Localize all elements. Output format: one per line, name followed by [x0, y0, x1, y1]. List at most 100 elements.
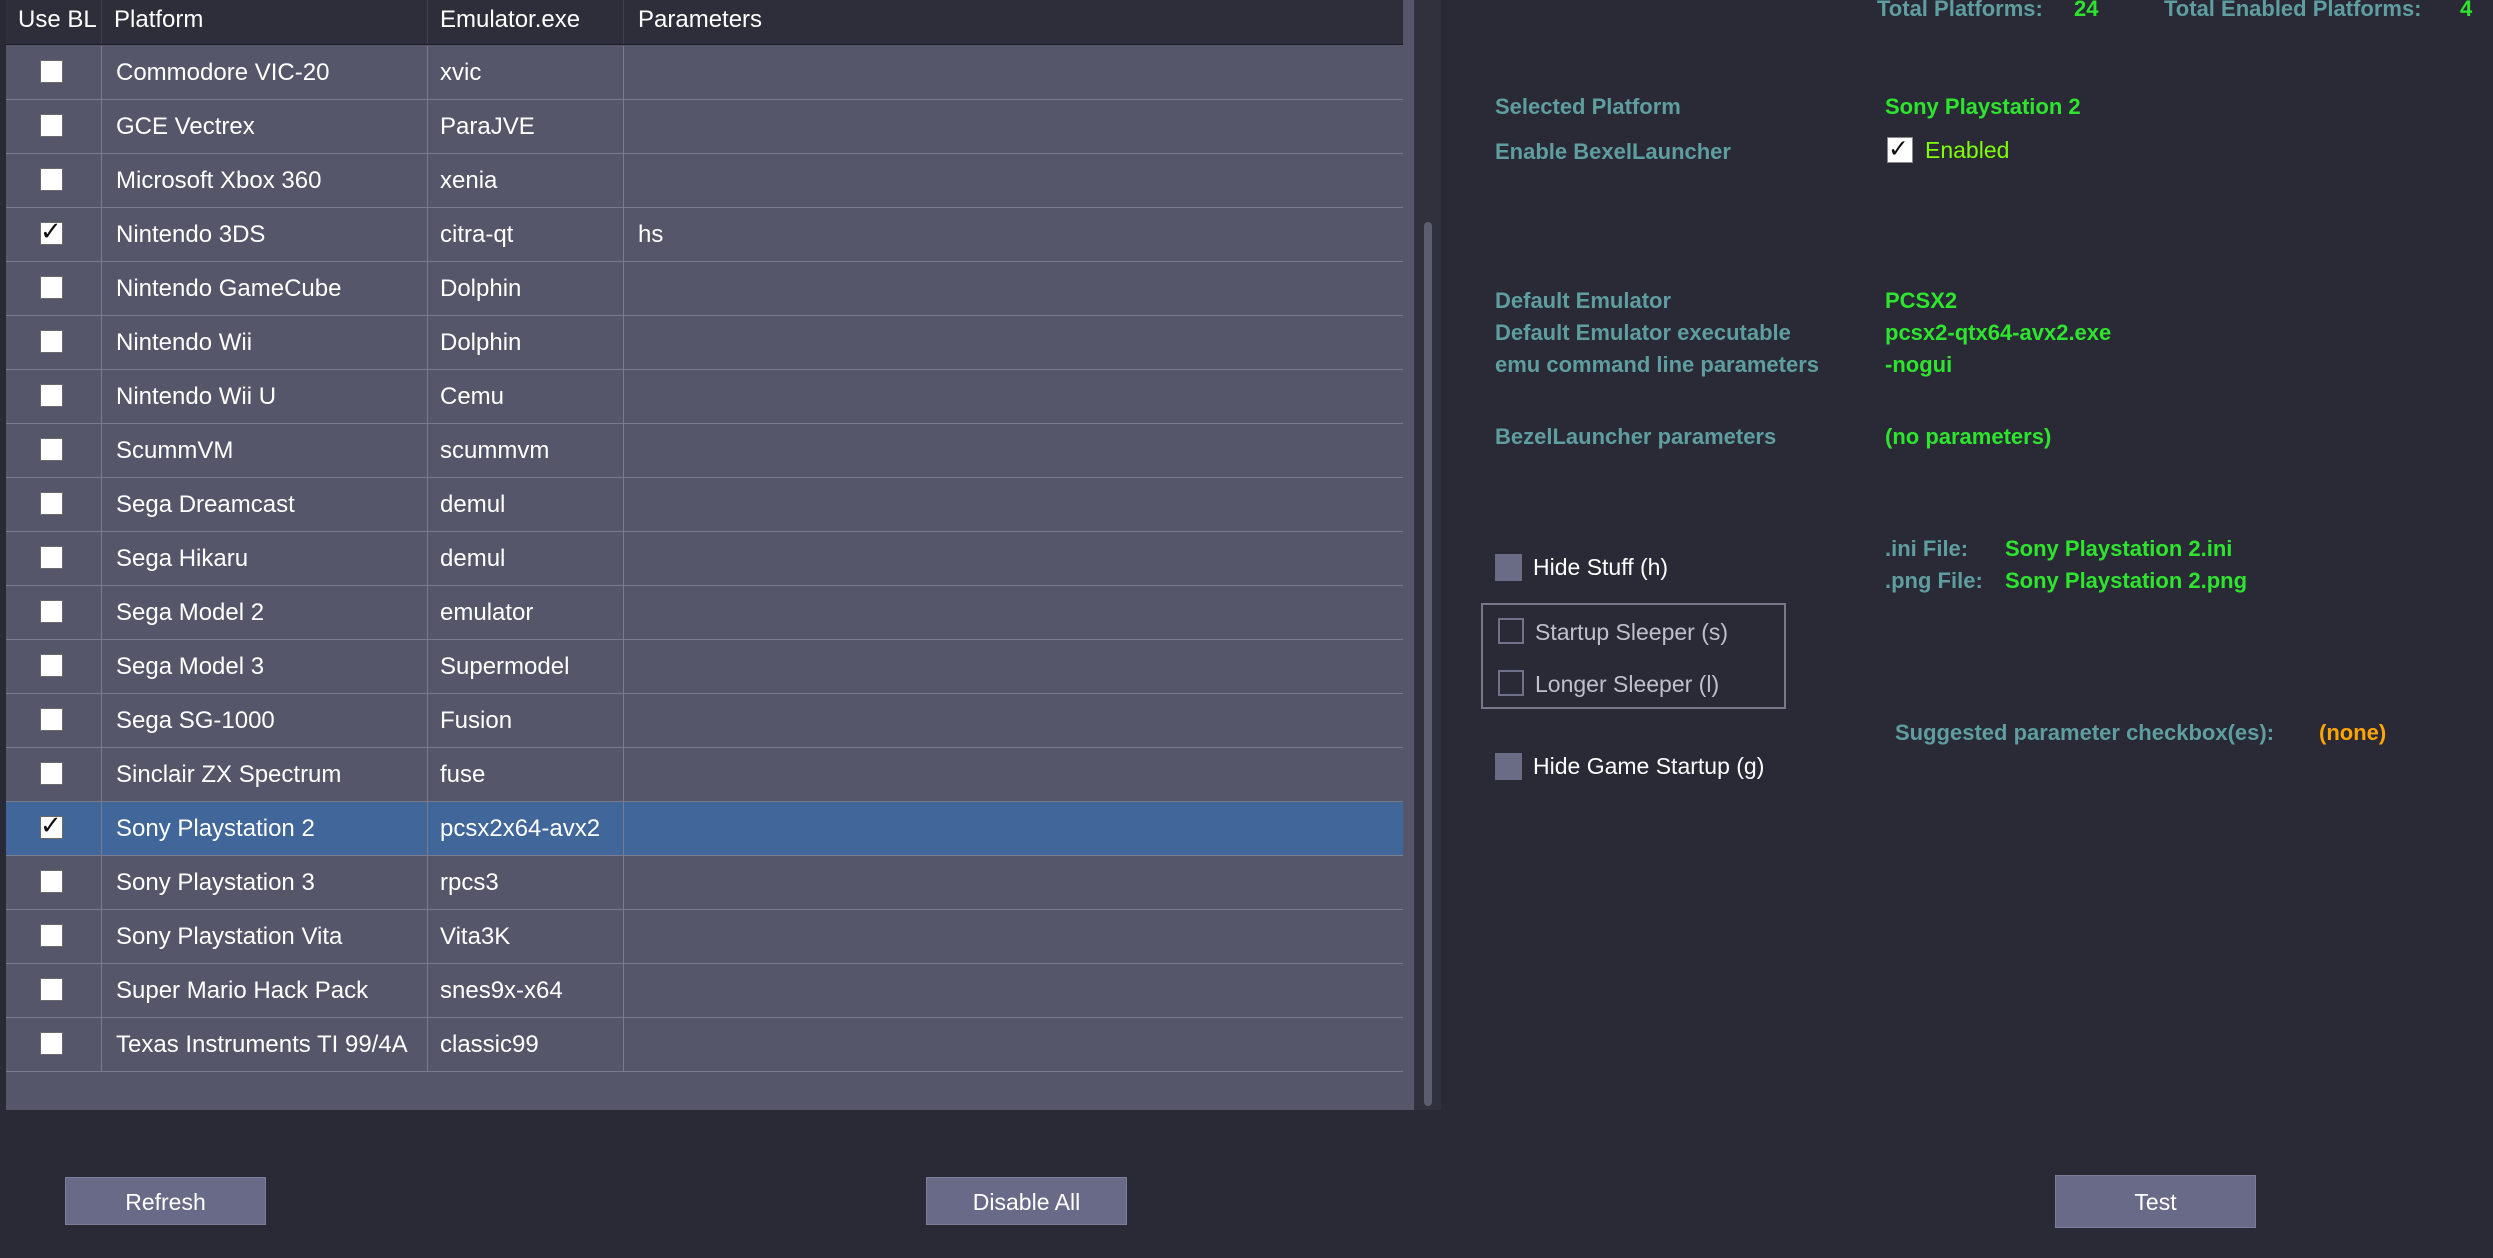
- table-row[interactable]: ✓ Sony Playstation 3rpcs3: [6, 856, 1403, 910]
- platform-cell[interactable]: Sega Model 3: [102, 640, 428, 693]
- table-row[interactable]: ✓ GCE VectrexParaJVE: [6, 100, 1403, 154]
- parameters-cell[interactable]: [624, 910, 1403, 963]
- emulator-cell[interactable]: xenia: [428, 154, 624, 207]
- parameters-cell[interactable]: [624, 100, 1403, 153]
- table-row[interactable]: ✓ Commodore VIC-20xvic: [6, 46, 1403, 100]
- emulator-cell[interactable]: scummvm: [428, 424, 624, 477]
- platform-cell[interactable]: Sony Playstation 3: [102, 856, 428, 909]
- table-row[interactable]: ✓ Texas Instruments TI 99/4Aclassic99: [6, 1018, 1403, 1072]
- platform-cell[interactable]: Sony Playstation 2: [102, 802, 428, 855]
- startup-sleeper-checkbox[interactable]: [1498, 618, 1524, 644]
- emulator-cell[interactable]: classic99: [428, 1018, 624, 1071]
- platform-cell[interactable]: Nintendo GameCube: [102, 262, 428, 315]
- table-row[interactable]: ✓ Nintendo GameCubeDolphin: [6, 262, 1403, 316]
- use-bl-checkbox[interactable]: ✓: [40, 811, 63, 841]
- parameters-cell[interactable]: [624, 154, 1403, 207]
- platform-cell[interactable]: Texas Instruments TI 99/4A: [102, 1018, 428, 1071]
- platform-cell[interactable]: ScummVM: [102, 424, 428, 477]
- use-bl-checkbox[interactable]: ✓: [40, 600, 63, 623]
- platform-cell[interactable]: Sony Playstation Vita: [102, 910, 428, 963]
- emulator-cell[interactable]: Cemu: [428, 370, 624, 423]
- hide-stuff-checkbox[interactable]: [1495, 554, 1522, 581]
- header-platform[interactable]: Platform: [102, 0, 428, 44]
- parameters-cell[interactable]: [624, 46, 1403, 99]
- platform-cell[interactable]: Sinclair ZX Spectrum: [102, 748, 428, 801]
- use-bl-checkbox[interactable]: ✓: [40, 708, 63, 731]
- platform-cell[interactable]: Nintendo 3DS: [102, 208, 428, 261]
- emulator-cell[interactable]: Dolphin: [428, 316, 624, 369]
- parameters-cell[interactable]: [624, 1018, 1403, 1071]
- refresh-button[interactable]: Refresh: [65, 1177, 266, 1225]
- emulator-cell[interactable]: Supermodel: [428, 640, 624, 693]
- parameters-cell[interactable]: [624, 694, 1403, 747]
- emulator-cell[interactable]: xvic: [428, 46, 624, 99]
- emulator-cell[interactable]: Dolphin: [428, 262, 624, 315]
- use-bl-checkbox[interactable]: ✓: [40, 654, 63, 677]
- parameters-cell[interactable]: [624, 802, 1403, 855]
- table-row[interactable]: ✓ Sony Playstation VitaVita3K: [6, 910, 1403, 964]
- emulator-cell[interactable]: Vita3K: [428, 910, 624, 963]
- parameters-cell[interactable]: [624, 532, 1403, 585]
- table-row[interactable]: ✓ Nintendo 3DS citra-qt hs: [6, 208, 1403, 262]
- emulator-cell[interactable]: Fusion: [428, 694, 624, 747]
- emulator-cell[interactable]: rpcs3: [428, 856, 624, 909]
- use-bl-checkbox[interactable]: ✓: [40, 870, 63, 893]
- test-button[interactable]: Test: [2055, 1175, 2256, 1228]
- table-row[interactable]: ✓ Microsoft Xbox 360xenia: [6, 154, 1403, 208]
- use-bl-checkbox[interactable]: ✓: [40, 492, 63, 515]
- emulator-cell[interactable]: fuse: [428, 748, 624, 801]
- emulator-cell[interactable]: citra-qt: [428, 208, 624, 261]
- table-row[interactable]: ✓ Sony Playstation 2 pcsx2x64-avx2: [6, 802, 1403, 856]
- table-row[interactable]: ✓ Sega Dreamcastdemul: [6, 478, 1403, 532]
- use-bl-checkbox[interactable]: ✓: [40, 546, 63, 569]
- parameters-cell[interactable]: [624, 640, 1403, 693]
- table-row[interactable]: ✓ ScummVMscummvm: [6, 424, 1403, 478]
- emulator-cell[interactable]: snes9x-x64: [428, 964, 624, 1017]
- platform-cell[interactable]: Sega Dreamcast: [102, 478, 428, 531]
- emulator-cell[interactable]: demul: [428, 478, 624, 531]
- table-row[interactable]: ✓ Super Mario Hack Packsnes9x-x64: [6, 964, 1403, 1018]
- table-row[interactable]: ✓ Sega Model 2emulator: [6, 586, 1403, 640]
- enable-bl-checkbox[interactable]: ✓: [1887, 134, 1913, 163]
- use-bl-checkbox[interactable]: ✓: [40, 1032, 63, 1055]
- use-bl-checkbox[interactable]: ✓: [40, 217, 63, 247]
- platform-cell[interactable]: Sega SG-1000: [102, 694, 428, 747]
- scroll-thumb[interactable]: [1424, 222, 1432, 1106]
- platform-cell[interactable]: Nintendo Wii: [102, 316, 428, 369]
- emulator-cell[interactable]: emulator: [428, 586, 624, 639]
- emulator-cell[interactable]: demul: [428, 532, 624, 585]
- grid-scrollbar[interactable]: [1414, 0, 1441, 1110]
- parameters-cell[interactable]: [624, 370, 1403, 423]
- parameters-cell[interactable]: [624, 856, 1403, 909]
- table-row[interactable]: ✓ Sega Model 3Supermodel: [6, 640, 1403, 694]
- use-bl-checkbox[interactable]: ✓: [40, 762, 63, 785]
- hide-game-startup-checkbox[interactable]: [1495, 753, 1522, 780]
- header-use-bl[interactable]: Use BL: [6, 0, 102, 44]
- platform-cell[interactable]: Sega Model 2: [102, 586, 428, 639]
- use-bl-checkbox[interactable]: ✓: [40, 384, 63, 407]
- platform-cell[interactable]: Super Mario Hack Pack: [102, 964, 428, 1017]
- use-bl-checkbox[interactable]: ✓: [40, 276, 63, 299]
- platform-cell[interactable]: Commodore VIC-20: [102, 46, 428, 99]
- platform-cell[interactable]: Sega Hikaru: [102, 532, 428, 585]
- use-bl-checkbox[interactable]: ✓: [40, 114, 63, 137]
- disable-all-button[interactable]: Disable All: [926, 1177, 1127, 1225]
- table-row[interactable]: ✓ Sega Hikarudemul: [6, 532, 1403, 586]
- parameters-cell[interactable]: [624, 586, 1403, 639]
- header-emulator[interactable]: Emulator.exe: [428, 0, 624, 44]
- use-bl-checkbox[interactable]: ✓: [40, 438, 63, 461]
- parameters-cell[interactable]: hs: [624, 208, 1403, 261]
- table-row[interactable]: ✓ Nintendo Wii UCemu: [6, 370, 1403, 424]
- longer-sleeper-checkbox[interactable]: [1498, 670, 1524, 696]
- parameters-cell[interactable]: [624, 748, 1403, 801]
- parameters-cell[interactable]: [624, 478, 1403, 531]
- table-row[interactable]: ✓ Sinclair ZX Spectrumfuse: [6, 748, 1403, 802]
- header-parameters[interactable]: Parameters: [624, 0, 1403, 44]
- table-row[interactable]: ✓ Sega SG-1000Fusion: [6, 694, 1403, 748]
- use-bl-checkbox[interactable]: ✓: [40, 60, 63, 83]
- parameters-cell[interactable]: [624, 316, 1403, 369]
- emulator-cell[interactable]: ParaJVE: [428, 100, 624, 153]
- platform-cell[interactable]: GCE Vectrex: [102, 100, 428, 153]
- use-bl-checkbox[interactable]: ✓: [40, 168, 63, 191]
- platform-cell[interactable]: Microsoft Xbox 360: [102, 154, 428, 207]
